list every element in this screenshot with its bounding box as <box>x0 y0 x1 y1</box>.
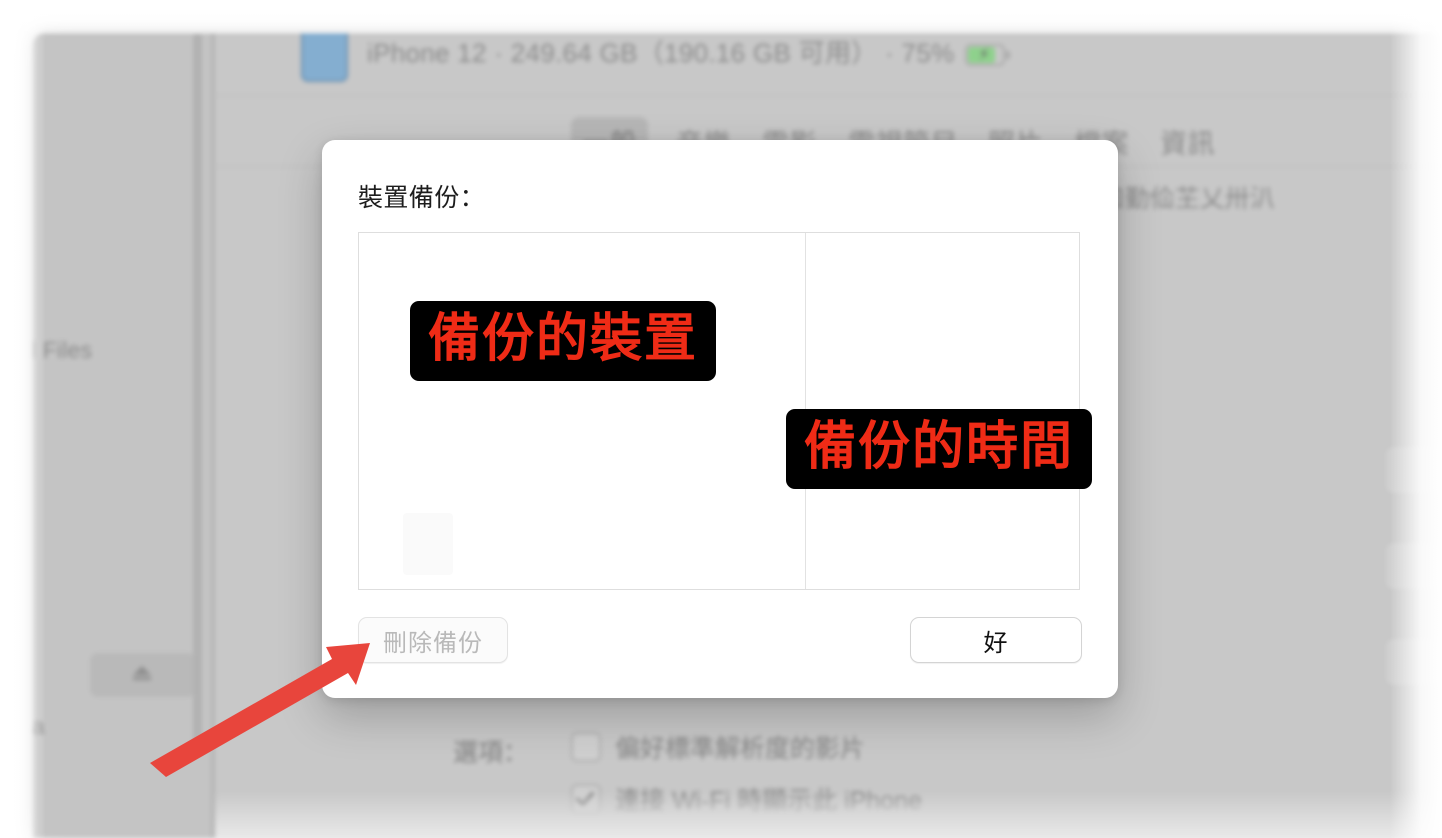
option-label-standard-definition: 偏好標準解析度的影片 <box>615 735 866 763</box>
annotation-backup-device: 備份的裝置 <box>410 301 717 381</box>
bottom-fade <box>215 792 1442 838</box>
sidebar[interactable]: d Files ta <box>33 33 211 838</box>
sidebar-item-files[interactable]: d Files <box>33 337 92 364</box>
delete-backup-button[interactable]: 刪除備份 <box>358 617 508 663</box>
header-divider <box>215 95 1442 96</box>
top-edge-fade <box>0 0 1442 36</box>
screen: d Files ta iPhone 12 · 249.64 GB（190.16 … <box>0 0 1442 838</box>
ok-button[interactable]: 好 <box>910 617 1082 663</box>
checkbox-prefer-standard-definition[interactable] <box>571 732 601 762</box>
background-button-2[interactable] <box>1384 541 1442 591</box>
table-watermark <box>403 513 453 575</box>
eject-icon <box>130 666 154 684</box>
device-summary: iPhone 12 · 249.64 GB（190.16 GB 可用） · 75… <box>367 33 1011 70</box>
eject-button[interactable] <box>90 653 195 697</box>
options-label: 選項： <box>453 739 529 767</box>
background-button-1[interactable] <box>1384 445 1442 495</box>
sidebar-scrollbar[interactable] <box>193 33 202 753</box>
device-summary-text: iPhone 12 · 249.64 GB（190.16 GB 可用） · 75… <box>367 38 955 68</box>
device-header: iPhone 12 · 249.64 GB（190.16 GB 可用） · 75… <box>215 33 1442 95</box>
option-row-standard-definition[interactable]: 偏好標準解析度的影片 <box>571 729 865 765</box>
dialog-button-row: 刪除備份 好 <box>358 617 1082 663</box>
annotation-backup-time: 備份的時間 <box>786 409 1093 489</box>
sidebar-item-data[interactable]: ta <box>33 713 45 740</box>
device-backup-dialog: 裝置備份： 備份的裝置 備份的時間 刪除備份 好 <box>322 140 1118 698</box>
battery-charging-icon: ⚡ <box>965 44 1011 66</box>
tab-info[interactable]: 資訊 <box>1149 117 1226 168</box>
iphone-icon <box>301 33 348 82</box>
background-button-3[interactable] <box>1384 637 1442 687</box>
dialog-title: 裝置備份： <box>358 184 486 212</box>
